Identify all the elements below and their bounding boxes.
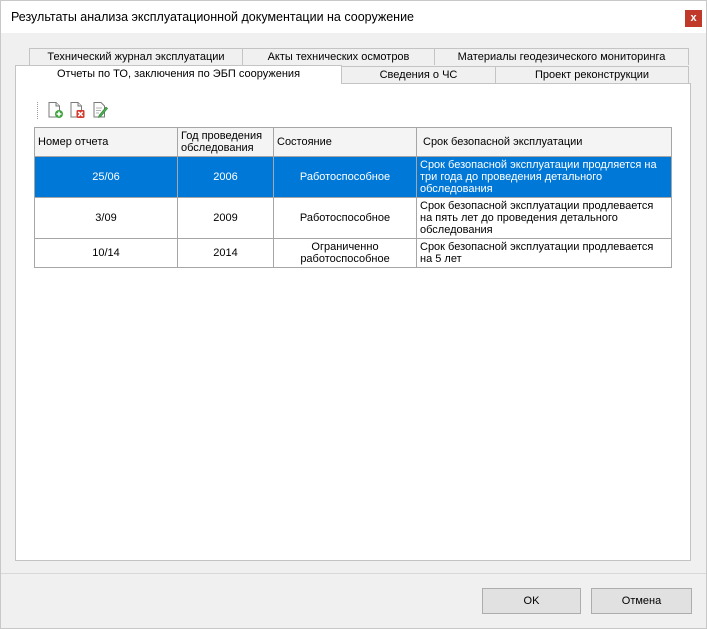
cell-safe-term[interactable]: Срок безопасной эксплуатации продляется … — [416, 156, 672, 198]
cell-report-number[interactable]: 3/09 — [34, 197, 178, 239]
table-header-row: Номер отчета Год проведения обследования… — [34, 127, 672, 157]
cell-inspection-year[interactable]: 2006 — [177, 156, 274, 198]
delete-record-button[interactable] — [68, 101, 86, 119]
tab-reconstruction-project[interactable]: Проект реконструкции — [495, 66, 689, 83]
column-header-state[interactable]: Состояние — [273, 127, 417, 157]
tab-emergency-info[interactable]: Сведения о ЧС — [341, 66, 496, 83]
tab-inspection-acts[interactable]: Акты технических осмотров — [242, 48, 435, 65]
cell-report-number[interactable]: 25/06 — [34, 156, 178, 198]
cell-inspection-year[interactable]: 2009 — [177, 197, 274, 239]
footer-divider — [1, 573, 706, 574]
cell-state[interactable]: Ограниченно работоспособное — [273, 238, 417, 268]
cancel-button[interactable]: Отмена — [591, 588, 692, 614]
table-row[interactable]: 25/06 2006 Работоспособное Срок безопасн… — [34, 156, 672, 198]
close-button[interactable]: x — [685, 10, 702, 27]
add-document-icon — [48, 102, 63, 118]
cell-safe-term[interactable]: Срок безопасной эксплуатации продлеваетс… — [416, 197, 672, 239]
dialog-window: Результаты анализа эксплуатационной доку… — [0, 0, 707, 629]
column-header-report-number[interactable]: Номер отчета — [34, 127, 178, 157]
title-bar: Результаты анализа эксплуатационной доку… — [1, 1, 706, 33]
cell-report-number[interactable]: 10/14 — [34, 238, 178, 268]
window-title: Результаты анализа эксплуатационной доку… — [11, 10, 414, 24]
column-header-safe-term[interactable]: Срок безопасной эксплуатации — [416, 127, 672, 157]
delete-document-icon — [70, 102, 85, 118]
cell-state[interactable]: Работоспособное — [273, 197, 417, 239]
edit-record-button[interactable] — [91, 101, 109, 119]
cell-inspection-year[interactable]: 2014 — [177, 238, 274, 268]
add-record-button[interactable] — [46, 101, 64, 119]
toolbar-grip[interactable] — [37, 102, 40, 119]
cell-state[interactable]: Работоспособное — [273, 156, 417, 198]
cell-safe-term[interactable]: Срок безопасной эксплуатации продлеваетс… — [416, 238, 672, 268]
table-row[interactable]: 3/09 2009 Работоспособное Срок безопасно… — [34, 197, 672, 239]
column-header-inspection-year[interactable]: Год проведения обследования — [177, 127, 274, 157]
table-row[interactable]: 10/14 2014 Ограниченно работоспособное С… — [34, 238, 672, 268]
tab-technical-journal[interactable]: Технический журнал эксплуатации — [29, 48, 243, 65]
reports-table: Номер отчета Год проведения обследования… — [34, 127, 672, 268]
tab-geodetic-monitoring[interactable]: Материалы геодезического мониторинга — [434, 48, 689, 65]
ok-button[interactable]: OK — [482, 588, 581, 614]
edit-document-icon — [93, 102, 109, 118]
tab-maintenance-reports[interactable]: Отчеты по ТО, заключения по ЭБП сооружен… — [15, 65, 342, 84]
